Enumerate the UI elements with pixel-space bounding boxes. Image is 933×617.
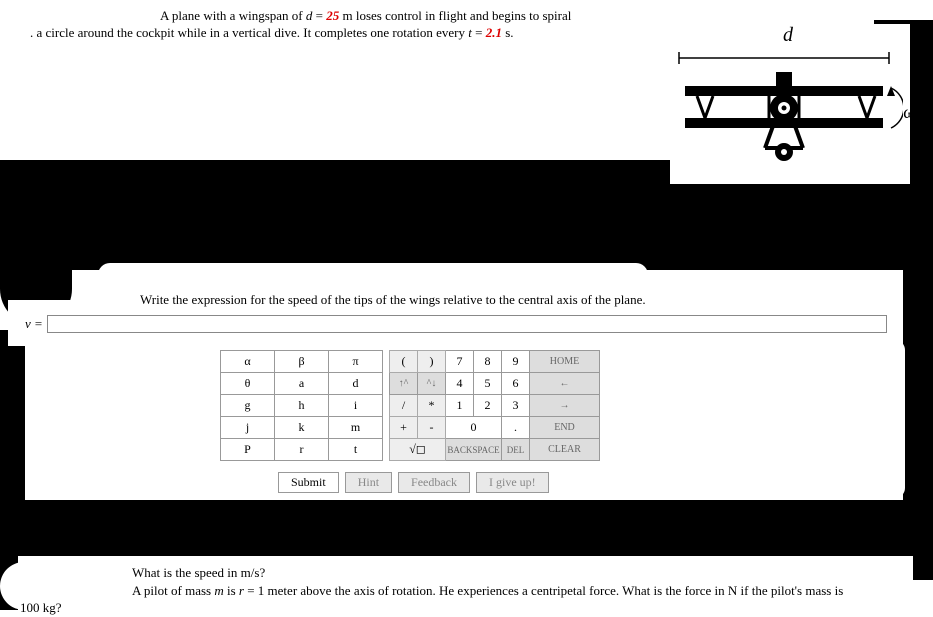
key-k[interactable]: k <box>275 417 329 439</box>
key-5[interactable]: 5 <box>474 373 502 395</box>
key-t[interactable]: t <box>329 439 383 461</box>
key-theta[interactable]: θ <box>221 373 275 395</box>
equation-keypad: α β π θ a d g h i j k m P r t <box>220 350 600 461</box>
key-backspace[interactable]: BACKSPACE <box>446 439 502 461</box>
giveup-button[interactable]: I give up! <box>476 472 549 493</box>
key-minus[interactable]: - <box>418 417 446 439</box>
key-p-upper[interactable]: P <box>221 439 275 461</box>
key-2[interactable]: 2 <box>474 395 502 417</box>
followup-q1: What is the speed in m/s? <box>20 564 920 582</box>
answer-input[interactable] <box>47 315 887 333</box>
key-sub[interactable]: ^↓ <box>418 373 446 395</box>
key-divide[interactable]: / <box>390 395 418 417</box>
key-7[interactable]: 7 <box>446 351 474 373</box>
key-6[interactable]: 6 <box>502 373 530 395</box>
followup-questions: What is the speed in m/s? A pilot of mas… <box>20 564 920 617</box>
key-clear[interactable]: CLEAR <box>530 439 600 461</box>
problem-statement: A plane with a wingspan of d = 25 m lose… <box>30 8 730 42</box>
key-alpha[interactable]: α <box>221 351 275 373</box>
instruction-text: Write the expression for the speed of th… <box>140 292 646 308</box>
key-del[interactable]: DEL <box>502 439 530 461</box>
plane-diagram: d ω <box>673 30 903 180</box>
key-mult[interactable]: * <box>418 395 446 417</box>
submit-button[interactable]: Submit <box>278 472 339 493</box>
key-i[interactable]: i <box>329 395 383 417</box>
key-right[interactable]: → <box>530 395 600 417</box>
key-m[interactable]: m <box>329 417 383 439</box>
key-end[interactable]: END <box>530 417 600 439</box>
key-8[interactable]: 8 <box>474 351 502 373</box>
key-pi[interactable]: π <box>329 351 383 373</box>
key-4[interactable]: 4 <box>446 373 474 395</box>
d-label: d <box>783 24 793 47</box>
key-j[interactable]: j <box>221 417 275 439</box>
key-d[interactable]: d <box>329 373 383 395</box>
key-rparen[interactable]: ) <box>418 351 446 373</box>
omega-label: ω <box>903 102 915 123</box>
feedback-button[interactable]: Feedback <box>398 472 470 493</box>
key-plus[interactable]: + <box>390 417 418 439</box>
key-0[interactable]: 0 <box>446 417 502 439</box>
followup-q2-end: 100 kg? <box>20 599 920 617</box>
key-sup[interactable]: ↑^ <box>390 373 418 395</box>
key-r[interactable]: r <box>275 439 329 461</box>
key-left[interactable]: ← <box>530 373 600 395</box>
key-9[interactable]: 9 <box>502 351 530 373</box>
key-beta[interactable]: β <box>275 351 329 373</box>
key-g[interactable]: g <box>221 395 275 417</box>
symbol-pad: α β π θ a d g h i j k m P r t <box>220 350 383 461</box>
key-3[interactable]: 3 <box>502 395 530 417</box>
key-home[interactable]: HOME <box>530 351 600 373</box>
key-sqrt[interactable]: √◻ <box>390 439 446 461</box>
key-a[interactable]: a <box>275 373 329 395</box>
hint-button[interactable]: Hint <box>345 472 392 493</box>
key-lparen[interactable]: ( <box>390 351 418 373</box>
key-h[interactable]: h <box>275 395 329 417</box>
answer-label: v = <box>25 316 43 332</box>
key-1[interactable]: 1 <box>446 395 474 417</box>
key-dot[interactable]: . <box>502 417 530 439</box>
numeric-pad: ( ) 7 8 9 HOME ↑^ ^↓ 4 5 6 ← / * 1 2 3 <box>389 350 600 461</box>
